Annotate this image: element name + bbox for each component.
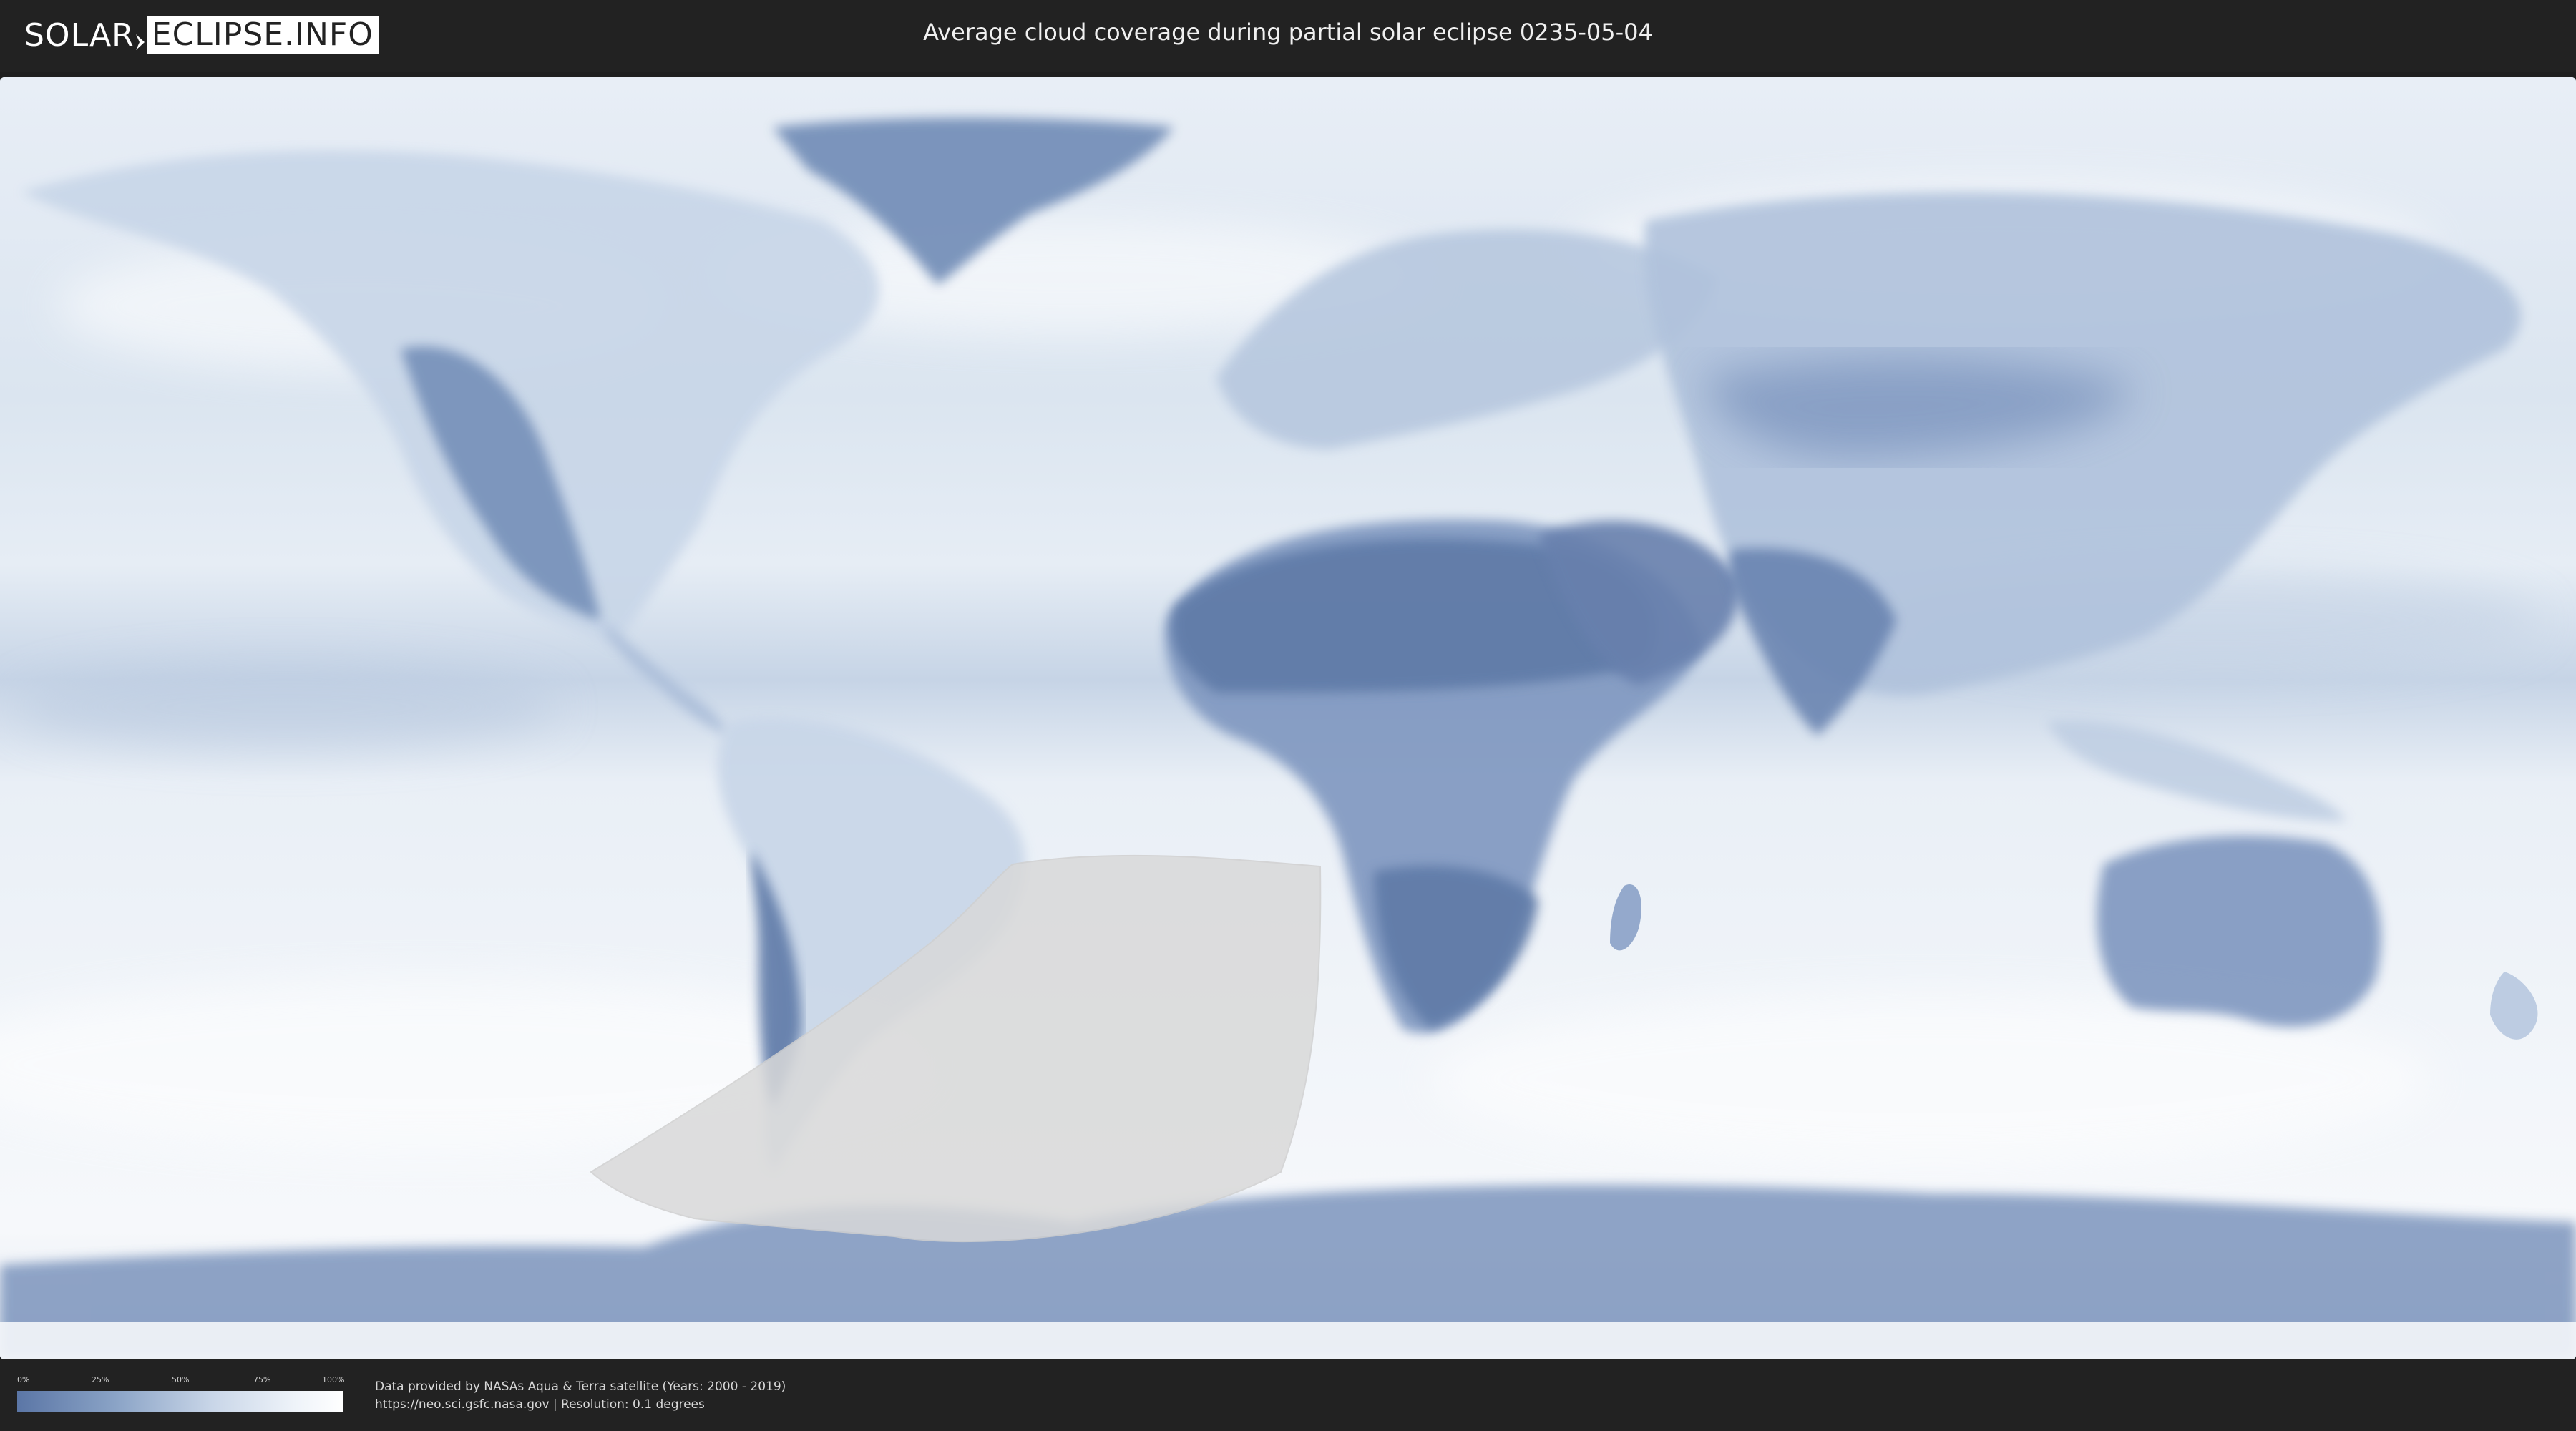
cloud-coverage-map <box>0 77 2576 1359</box>
cloud-coverage-legend-bar <box>17 1391 343 1412</box>
antarctica-edge <box>0 1322 2576 1359</box>
legend-tick-100: 100% <box>322 1375 345 1384</box>
page: SOLAR ECLIPSE.INFO Average cloud coverag… <box>0 0 2576 1431</box>
world-map-svg <box>0 77 2576 1359</box>
footer-bar: 0% 25% 50% 75% 100% Data provided by NAS… <box>0 1359 2576 1431</box>
data-credit: Data provided by NASAs Aqua & Terra sate… <box>375 1378 786 1414</box>
legend-tick-25: 25% <box>92 1375 109 1384</box>
header-bar: SOLAR ECLIPSE.INFO Average cloud coverag… <box>0 0 2576 72</box>
legend-tick-50: 50% <box>172 1375 190 1384</box>
legend-tick-labels: 0% 25% 50% 75% 100% <box>17 1375 345 1388</box>
legend-tick-75: 75% <box>253 1375 271 1384</box>
australia-landmass <box>2097 836 2381 1027</box>
credit-line-2: https://neo.sci.gsfc.nasa.gov | Resoluti… <box>375 1397 705 1412</box>
page-title: Average cloud coverage during partial so… <box>923 19 1653 46</box>
credit-line-1: Data provided by NASAs Aqua & Terra sate… <box>375 1379 786 1394</box>
legend-tick-0: 0% <box>17 1375 30 1384</box>
